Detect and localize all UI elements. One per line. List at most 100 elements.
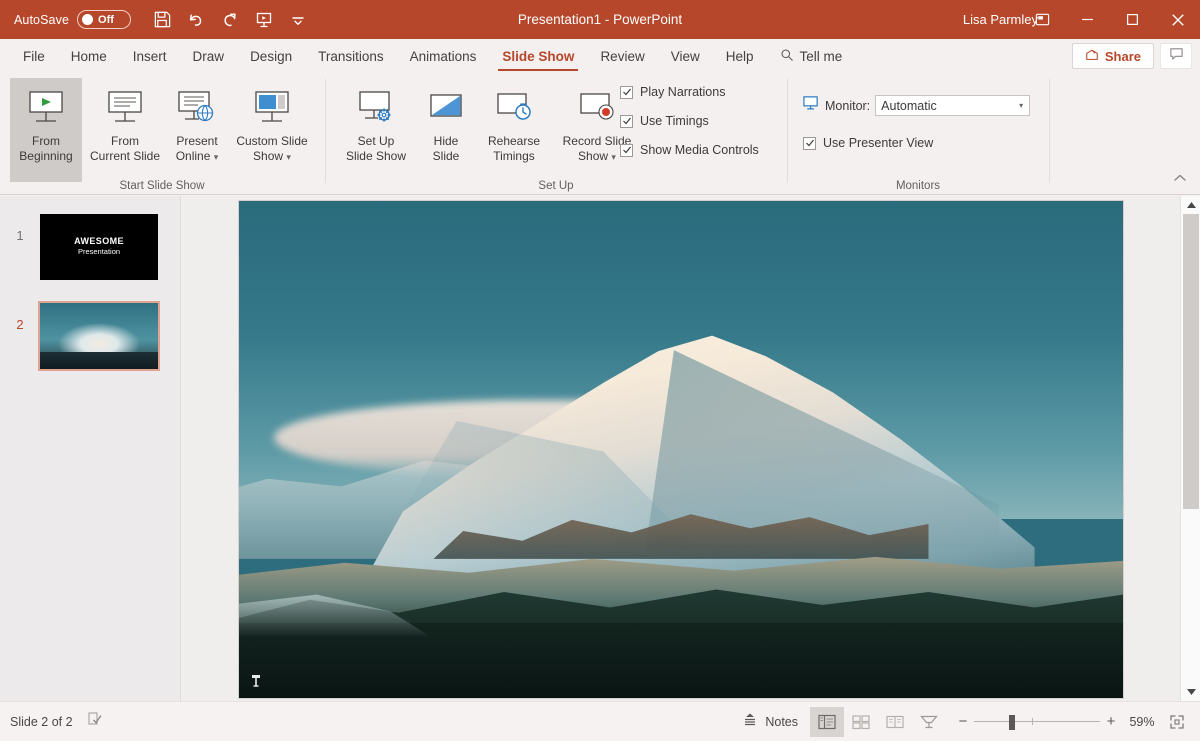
ribbon-group-monitors: Monitor: Automatic ▾ Use Presenter View … (788, 73, 1048, 195)
hide-slide-label-line1: Hide (433, 134, 459, 148)
tab-transitions[interactable]: Transitions (305, 39, 397, 73)
minimize-button[interactable] (1065, 0, 1110, 39)
show-media-controls-checkbox-row[interactable]: Show Media Controls (620, 143, 759, 157)
tab-draw[interactable]: Draw (180, 39, 238, 73)
share-button[interactable]: Share (1071, 43, 1154, 69)
custom-slide-show-button[interactable]: Custom Slide Show ▾ (228, 78, 316, 182)
tab-animations[interactable]: Animations (397, 39, 490, 73)
set-up-slide-show-button[interactable]: Set Up Slide Show (335, 78, 417, 182)
autosave-control[interactable]: AutoSave Off (14, 10, 132, 29)
zoom-slider[interactable] (974, 707, 1100, 737)
hide-slide-label-line2: Slide (432, 149, 460, 163)
fit-slide-to-window-icon[interactable] (1162, 707, 1192, 737)
slide-show-view-button[interactable] (912, 707, 946, 737)
play-narrations-checkbox[interactable] (620, 85, 633, 99)
zoom-out-button[interactable]: − (952, 713, 974, 730)
tab-review[interactable]: Review (587, 39, 657, 73)
rehearse-timings-button[interactable]: Rehearse Timings (475, 78, 553, 182)
show-media-controls-checkbox[interactable] (620, 143, 633, 157)
play-narrations-checkbox-row[interactable]: Play Narrations (620, 85, 725, 99)
thumbnail-item-2[interactable]: 2 (0, 301, 181, 371)
start-from-beginning-icon[interactable] (249, 6, 279, 34)
custom-slide-show-label-line2: Show (253, 149, 284, 163)
redo-icon[interactable] (215, 6, 245, 34)
autosave-toggle[interactable]: Off (77, 10, 132, 29)
tell-me-box[interactable]: Tell me (767, 48, 856, 65)
thumbnail-slide-1-text: AWESOME Presentation (40, 236, 158, 256)
ribbon-group-label-set-up: Set Up (538, 180, 574, 192)
maximize-button[interactable] (1110, 0, 1155, 39)
tab-slide-show[interactable]: Slide Show (489, 39, 587, 73)
title-bar: AutoSave Off Presentation1 - PowerPoint … (0, 0, 1200, 39)
zoom-slider-midpoint-tick (1032, 717, 1033, 725)
ribbon-display-options-button[interactable] (1020, 0, 1065, 39)
slide-counter[interactable]: Slide 2 of 2 (10, 715, 73, 729)
thumbnail-number-1: 1 (16, 228, 24, 243)
thumbnail-item-1[interactable]: 1 AWESOME Presentation (0, 214, 181, 280)
slide-sorter-view-button[interactable] (844, 707, 878, 737)
undo-icon[interactable] (181, 6, 211, 34)
tab-view[interactable]: View (658, 39, 713, 73)
status-right-group: Notes − + 59% (730, 706, 1192, 737)
reading-view-button[interactable] (878, 707, 912, 737)
ribbon-group-label-start-slide-show: Start Slide Show (119, 180, 205, 192)
zoom-slider-handle[interactable] (1009, 714, 1015, 730)
present-online-label-line1: Present (176, 134, 218, 148)
tab-help[interactable]: Help (713, 39, 767, 73)
monitor-select[interactable]: Automatic ▾ (875, 95, 1031, 116)
custom-slide-show-label-line1: Custom Slide (236, 134, 308, 148)
use-presenter-view-label: Use Presenter View (823, 136, 934, 150)
from-beginning-icon (24, 86, 68, 132)
slide-thumbnail-pane[interactable]: 1 AWESOME Presentation 2 (0, 196, 181, 701)
from-current-slide-label-line1: From (111, 134, 139, 148)
scroll-up-arrow-icon[interactable] (1181, 196, 1200, 214)
normal-view-button[interactable] (810, 706, 844, 737)
play-narrations-label: Play Narrations (640, 85, 726, 99)
custom-slide-show-icon (250, 86, 294, 132)
use-presenter-view-checkbox[interactable] (803, 136, 816, 150)
comments-button[interactable] (1160, 43, 1192, 69)
customize-quick-access-toolbar-icon[interactable] (283, 6, 313, 34)
rehearse-timings-icon (492, 86, 536, 132)
thumbnail-slide-1-title: AWESOME (74, 236, 124, 246)
use-timings-checkbox[interactable] (620, 114, 633, 128)
present-online-button[interactable]: Present Online ▾ (166, 78, 228, 182)
tab-file[interactable]: File (10, 39, 58, 73)
current-slide[interactable] (239, 201, 1123, 698)
set-up-slide-show-label-line2: Slide Show (345, 149, 407, 163)
status-left-group: Slide 2 of 2 (10, 711, 103, 732)
collapse-ribbon-button[interactable] (1172, 170, 1188, 188)
from-current-slide-icon (103, 86, 147, 132)
from-beginning-button[interactable]: From Beginning (10, 78, 82, 182)
rehearse-timings-label-line2: Timings (493, 149, 535, 163)
use-timings-checkbox-row[interactable]: Use Timings (620, 114, 709, 128)
tell-me-label: Tell me (799, 48, 843, 64)
thumbnail-slide-1[interactable]: AWESOME Presentation (40, 214, 158, 280)
slide-canvas (182, 196, 1180, 701)
tab-insert[interactable]: Insert (120, 39, 180, 73)
close-button[interactable] (1155, 0, 1200, 39)
quick-access-toolbar (147, 6, 313, 34)
hide-slide-button[interactable]: Hide Slide (417, 78, 475, 182)
zoom-control: − + 59% (952, 707, 1192, 737)
notes-label: Notes (765, 714, 798, 729)
save-icon[interactable] (147, 6, 177, 34)
thumbnail-slide-2[interactable] (38, 301, 160, 371)
tab-home[interactable]: Home (58, 39, 120, 73)
notes-button[interactable]: Notes (730, 707, 810, 737)
use-presenter-view-checkbox-row[interactable]: Use Presenter View (803, 136, 933, 150)
monitor-row: Monitor: Automatic ▾ (803, 95, 1031, 116)
scrollbar-thumb[interactable] (1183, 214, 1199, 509)
vertical-scrollbar[interactable] (1180, 196, 1200, 701)
zoom-percent-label[interactable]: 59% (1122, 715, 1162, 729)
rehearse-timings-label-line1: Rehearse (487, 134, 541, 148)
search-icon (780, 48, 794, 65)
media-marker-icon[interactable] (249, 674, 263, 688)
zoom-in-button[interactable]: + (1100, 713, 1122, 730)
scroll-down-arrow-icon[interactable] (1181, 683, 1200, 701)
autosave-toggle-knob (82, 14, 94, 25)
tab-design[interactable]: Design (237, 39, 305, 73)
autosave-label: AutoSave (14, 12, 70, 27)
accessibility-checker-icon[interactable] (87, 711, 103, 732)
from-current-slide-button[interactable]: From Current Slide (84, 78, 166, 182)
